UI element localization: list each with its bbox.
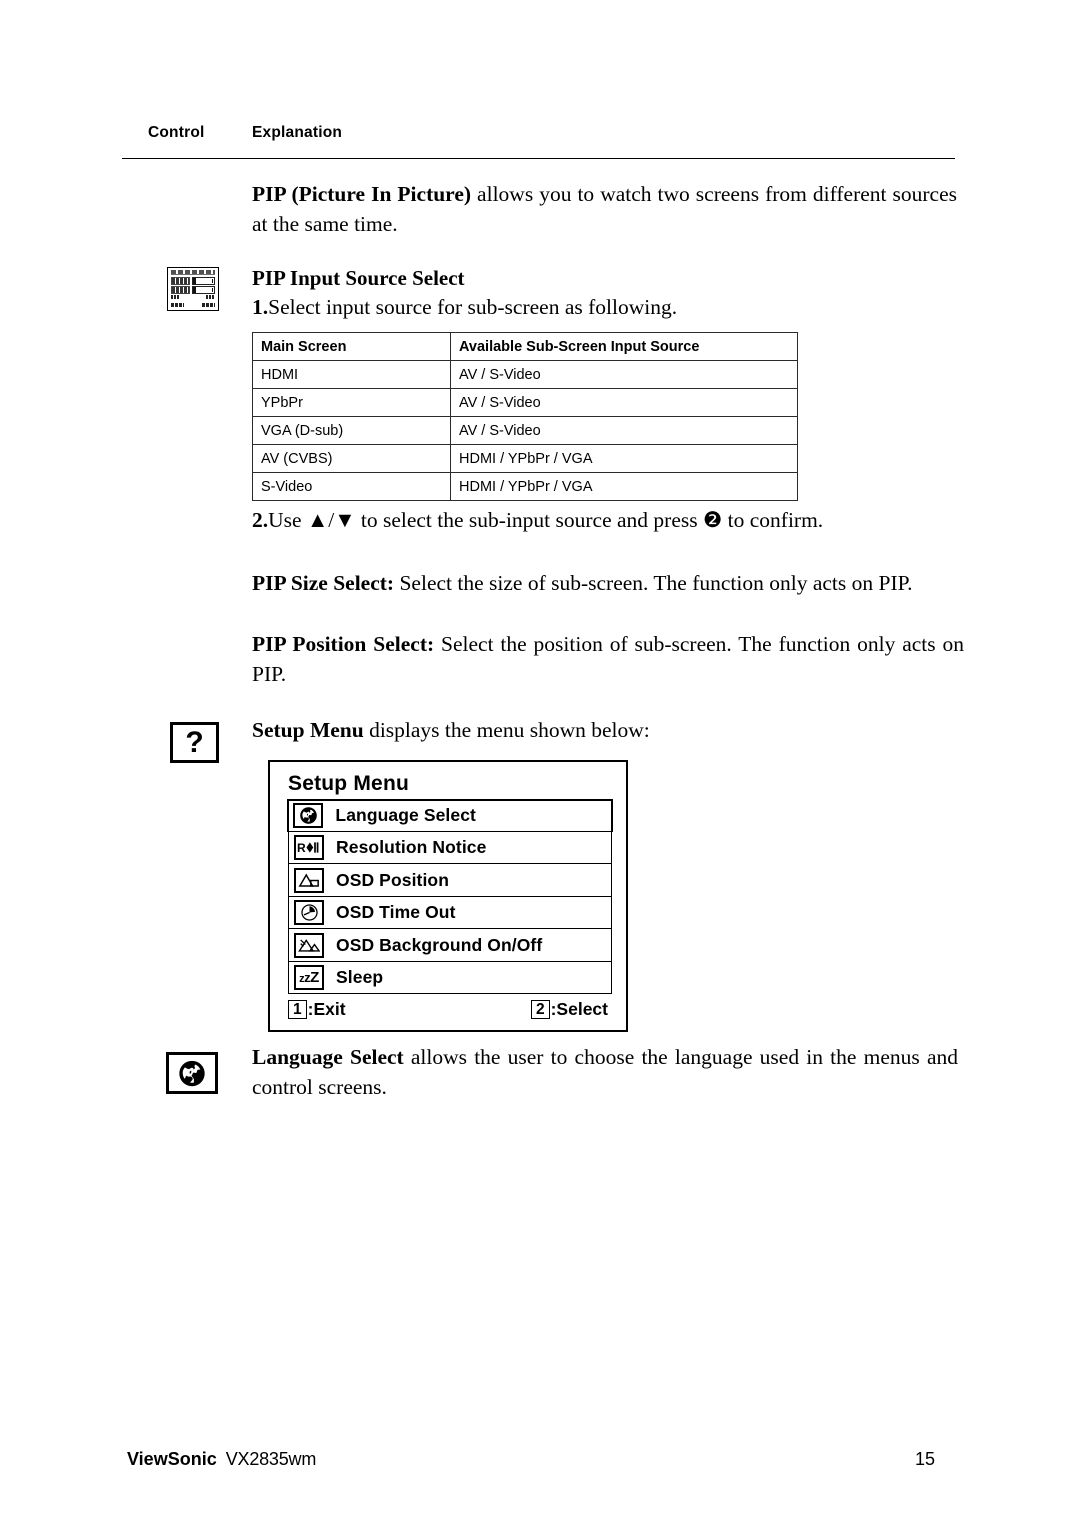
paragraph-language-select: Language Select allows the user to choos… <box>252 1042 958 1102</box>
thumbnail-brightness-label <box>171 285 190 294</box>
table-cell-main-screen: VGA (D-sub) <box>252 416 451 445</box>
thumbnail-brightness-row <box>171 285 215 294</box>
button-2-icon: ❷ <box>702 508 723 532</box>
paragraph-pip-intro: PIP (Picture In Picture) allows you to w… <box>252 179 957 239</box>
paragraph-pip-position-select: PIP Position Select: Select the position… <box>252 629 964 689</box>
step-2-text-c: to confirm. <box>722 508 824 532</box>
resolution-notice-icon: R <box>294 835 324 861</box>
manual-page: Control Explanation PIP (Picture In Pict… <box>0 0 1080 1527</box>
paragraph-pip-size-select: PIP Size Select: Select the size of sub-… <box>252 568 964 598</box>
osd-menu-item-resolution-notice[interactable]: R Resolution Notice <box>289 832 611 865</box>
osd-menu-list: Language Select R Resolution Notice OSD … <box>287 799 613 995</box>
up-down-arrows-icon: ▲/▼ <box>306 508 356 532</box>
header-divider <box>122 158 955 159</box>
paragraph-step-2: 2.Use ▲/▼ to select the sub-input source… <box>252 505 957 535</box>
osd-menu-item-osd-time-out[interactable]: OSD Time Out <box>289 897 611 930</box>
osd-menu-item-label: OSD Background On/Off <box>336 934 543 955</box>
osd-menu-item-label: Sleep <box>336 967 384 988</box>
column-header-control: Control <box>148 124 205 141</box>
osd-menu-item-label: Resolution Notice <box>336 837 487 858</box>
clock-icon <box>294 900 324 926</box>
step-1-text: Select input source for sub-screen as fo… <box>268 295 678 319</box>
osd-select-hint[interactable]: 2:Select <box>530 999 608 1020</box>
osd-setup-menu-panel: Setup Menu Language Select R Resolution … <box>268 760 628 1032</box>
table-row: HDMI AV / S-Video <box>252 360 798 389</box>
pip-intro-lead: PIP (Picture In Picture) <box>252 182 472 206</box>
osd-menu-item-osd-position[interactable]: OSD Position <box>289 864 611 897</box>
thumbnail-footer-row <box>171 303 215 307</box>
heading-pip-input-source-select: PIP Input Source Select <box>252 266 465 290</box>
table-row: YPbPr AV / S-Video <box>252 388 798 417</box>
osd-menu-item-osd-background[interactable]: OSD Background On/Off <box>289 929 611 962</box>
osd-exit-label: :Exit <box>307 999 346 1020</box>
footer-brand-name: ViewSonic <box>127 1449 217 1469</box>
table-cell-sub-source: HDMI / YPbPr / VGA <box>450 444 798 473</box>
key-2-icon: 2 <box>530 1000 550 1020</box>
input-source-table: Main Screen Available Sub-Screen Input S… <box>252 332 798 501</box>
thumbnail-brightness-bar <box>192 285 215 294</box>
footer-brand: ViewSonic VX2835wm <box>127 1449 316 1470</box>
table-cell-main-screen: YPbPr <box>252 388 451 417</box>
osd-menu-item-label: OSD Time Out <box>336 902 456 923</box>
language-select-lead: Language Select <box>252 1045 404 1069</box>
setup-menu-text: displays the menu shown below: <box>363 718 650 742</box>
globe-icon <box>166 1052 218 1094</box>
table-row: VGA (D-sub) AV / S-Video <box>252 416 798 445</box>
thumbnail-value-row <box>171 295 215 299</box>
osd-menu-item-label: OSD Position <box>336 869 450 890</box>
table-header-sub-screen: Available Sub-Screen Input Source <box>450 332 798 361</box>
pip-size-lead: PIP Size Select: <box>252 571 395 595</box>
table-cell-sub-source: AV / S-Video <box>450 360 798 389</box>
osd-position-icon <box>294 867 324 893</box>
step-2-text-b: to select the sub-input source and press <box>355 508 703 532</box>
column-header-explanation: Explanation <box>252 124 343 141</box>
thumbnail-contrast-label <box>171 276 190 285</box>
sleep-zzz-icon: zzZ <box>294 965 324 991</box>
thumbnail-contrast-row <box>171 276 215 285</box>
footer-page-number: 15 <box>915 1449 936 1469</box>
table-cell-sub-source: AV / S-Video <box>450 388 798 417</box>
paragraph-step-1: 1.Select input source for sub-screen as … <box>252 292 957 322</box>
svg-text:R: R <box>297 841 306 855</box>
footer-model: VX2835wm <box>225 1449 317 1469</box>
setup-menu-lead: Setup Menu <box>252 718 364 742</box>
key-1-icon: 1 <box>288 1000 307 1020</box>
osd-title: Setup Menu <box>288 772 409 795</box>
thumbnail-contrast-bar <box>192 276 215 285</box>
table-header-main-screen: Main Screen <box>252 332 451 361</box>
osd-menu-item-label: Language Select <box>335 805 476 826</box>
step-2-text-a: Use <box>268 508 307 532</box>
globe-icon <box>293 803 324 829</box>
table-cell-sub-source: HDMI / YPbPr / VGA <box>450 472 798 501</box>
table-cell-main-screen: AV (CVBS) <box>252 444 451 473</box>
table-cell-main-screen: S-Video <box>252 472 451 501</box>
pip-position-lead: PIP Position Select: <box>252 632 435 656</box>
osd-menu-item-sleep[interactable]: zzZ Sleep <box>289 962 611 995</box>
osd-menu-item-language-select[interactable]: Language Select <box>287 799 613 832</box>
landscape-icon <box>294 932 324 958</box>
question-mark-icon: ? <box>170 722 219 763</box>
table-row: AV (CVBS) HDMI / YPbPr / VGA <box>252 444 798 473</box>
osd-footer: 1:Exit 2:Select <box>288 999 608 1020</box>
table-row: S-Video HDMI / YPbPr / VGA <box>252 472 798 501</box>
thumbnail-title-bar <box>171 270 215 275</box>
table-cell-sub-source: AV / S-Video <box>450 416 798 445</box>
osd-exit-hint[interactable]: 1:Exit <box>288 999 346 1020</box>
osd-select-label: :Select <box>550 999 608 1020</box>
table-cell-main-screen: HDMI <box>252 360 451 389</box>
step-1-number: 1. <box>252 295 269 319</box>
contrast-brightness-osd-thumbnail-icon <box>167 267 219 311</box>
pip-size-text: Select the size of sub-screen. The funct… <box>394 571 913 595</box>
step-2-number: 2. <box>252 508 269 532</box>
paragraph-setup-menu: Setup Menu displays the menu shown below… <box>252 715 957 745</box>
table-header-row: Main Screen Available Sub-Screen Input S… <box>252 332 798 361</box>
